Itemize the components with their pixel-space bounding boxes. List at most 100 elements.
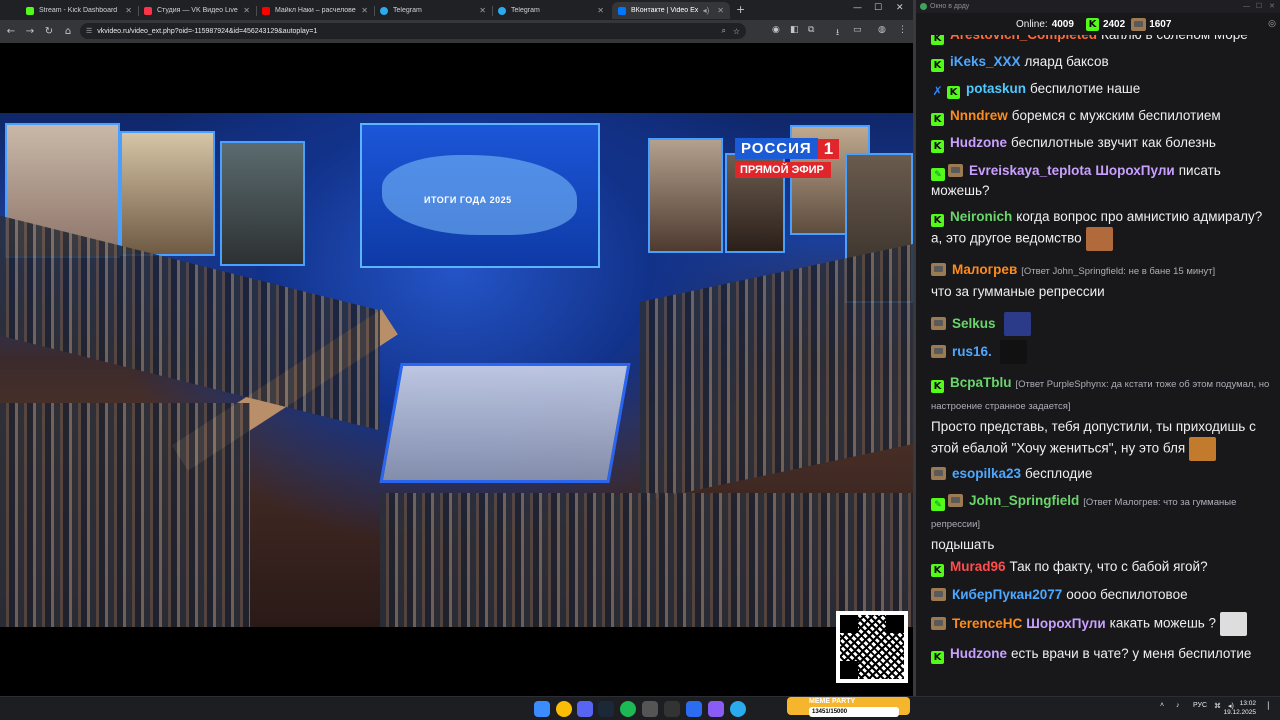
new-tab-button[interactable]: + — [736, 3, 745, 16]
chat-mention[interactable]: ШорохПули — [1095, 163, 1174, 178]
channel-number: 1 — [817, 138, 840, 159]
close-window-button[interactable]: ✕ — [1269, 0, 1275, 13]
steam-icon[interactable] — [598, 701, 614, 717]
address-bar[interactable]: ☰ vkvideo.ru/video_ext.php?oid=-11598792… — [80, 23, 746, 39]
chat-message-text: беспилотие наше — [1030, 81, 1141, 96]
chat-mention[interactable]: ШорохПули — [1026, 616, 1105, 631]
app-icon[interactable] — [708, 701, 724, 717]
chat-username[interactable]: Hudzone — [950, 646, 1007, 661]
sidebar-icon[interactable]: ▭ — [853, 25, 862, 35]
back-icon[interactable]: ← — [3, 26, 19, 37]
extension-icon[interactable]: ◧ — [790, 25, 799, 35]
minimize-button[interactable]: — — [1243, 0, 1250, 13]
vk-badge-icon — [931, 316, 946, 330]
telegram-icon — [498, 6, 506, 15]
telegram-icon[interactable] — [730, 701, 746, 717]
chat-window: Окно в дрду — ☐ ✕ Online: 4009 K 2402 16… — [913, 0, 1280, 696]
chat-username[interactable]: Murad96 — [950, 559, 1006, 574]
tab-telegram-2[interactable]: Telegram ✕ — [492, 2, 610, 19]
chat-username[interactable]: TerenceHC — [952, 616, 1022, 631]
settings-icon[interactable]: ◎ — [1268, 18, 1276, 29]
video-frame[interactable]: ИТОГИ ГОДА 2025 РОССИЯ 1 ПРЯМОЙ ЭФИР — [0, 113, 913, 627]
profile-avatar-icon[interactable]: ◍ — [878, 25, 886, 35]
tab-title: Telegram — [393, 7, 422, 14]
network-icon[interactable]: ⌘ — [1214, 702, 1221, 710]
tab-vk-video-ext[interactable]: ВКонтакте | Video Ext ◂) ✕ — [612, 2, 730, 19]
app-icon[interactable] — [642, 701, 658, 717]
chat-username[interactable]: Neironich — [950, 209, 1012, 224]
chat-username[interactable]: Малогрев — [952, 262, 1017, 277]
chat-username[interactable]: BcpaTblu — [950, 375, 1012, 390]
tab-vk-studio[interactable]: Студия — VK Видео Live ✕ — [138, 2, 257, 19]
chat-message-text: ляард баксов — [1024, 54, 1109, 69]
chat-emote — [999, 340, 1027, 364]
home-icon[interactable]: ⌂ — [60, 26, 76, 37]
chat-username[interactable]: potaskun — [966, 81, 1026, 96]
kick-badge-icon: K — [931, 113, 944, 126]
site-info-icon[interactable]: ☰ — [86, 27, 92, 35]
close-tab-icon[interactable]: ✕ — [243, 6, 250, 15]
extension-icon[interactable]: ◉ — [772, 25, 780, 35]
chat-username[interactable]: esopilka23 — [952, 466, 1021, 481]
close-window-button[interactable]: ✕ — [896, 3, 904, 13]
bookmark-star-icon[interactable]: ☆ — [733, 27, 740, 36]
caller-video-panel — [220, 141, 305, 266]
forward-icon[interactable]: → — [22, 26, 38, 37]
extensions-puzzle-icon[interactable]: ⧉ — [808, 25, 814, 35]
chat-username[interactable]: John_Springfield — [969, 493, 1079, 508]
chat-username[interactable]: Hudzone — [950, 135, 1007, 150]
video-player[interactable]: ИТОГИ ГОДА 2025 РОССИЯ 1 ПРЯМОЙ ЭФИР — [0, 43, 913, 696]
download-icon[interactable]: ⭳ — [836, 25, 839, 41]
reload-icon[interactable]: ↻ — [41, 26, 57, 37]
youtube-icon — [262, 6, 270, 15]
tab-youtube[interactable]: Майкл Наки – расчеловечива ✕ — [256, 2, 375, 19]
audience — [380, 493, 913, 627]
notifications-icon[interactable]: ▏ — [1268, 702, 1273, 710]
app-icon[interactable] — [686, 701, 702, 717]
tab-telegram-1[interactable]: Telegram ✕ — [374, 2, 493, 19]
mic-icon[interactable]: ♪ — [1176, 702, 1180, 709]
chrome-icon[interactable] — [556, 701, 572, 717]
chat-username[interactable]: Nnndrew — [950, 108, 1008, 123]
meme-party-widget[interactable]: MEME PARTY 13451/15000 — [787, 697, 910, 717]
tab-kick-dashboard[interactable]: Stream - Kick Dashboard ✕ — [20, 2, 139, 19]
obs-icon[interactable] — [664, 701, 680, 717]
spotify-icon[interactable] — [620, 701, 636, 717]
clock[interactable]: 13:02 19.12.2025 — [1223, 699, 1256, 717]
chat-username[interactable]: КиберПукан2077 — [952, 587, 1062, 602]
maximize-button[interactable]: ☐ — [1256, 0, 1262, 13]
discord-icon[interactable] — [577, 701, 593, 717]
chat-username[interactable]: Arestovich_Completed — [950, 35, 1097, 42]
mute-tab-icon[interactable]: ◂) — [703, 6, 710, 15]
vk-badge-icon — [931, 263, 946, 276]
close-tab-icon[interactable]: ✕ — [717, 6, 724, 15]
online-count: 4009 — [1051, 18, 1074, 30]
zoom-icon[interactable]: ⌕ — [722, 26, 726, 36]
meme-party-title: MEME PARTY — [809, 698, 856, 705]
taskbar: MEME PARTY 13451/15000 ˄ ♪ РУС ⌘ ◂) 13:0… — [0, 696, 1280, 720]
chat-message-list: K Arestovich_Completed Каплю в соленом Мор… — [916, 35, 1280, 696]
channel-name: РОССИЯ — [735, 138, 818, 159]
chat-message-text: боремся с мужским беспилотием — [1011, 108, 1221, 123]
close-tab-icon[interactable]: ✕ — [479, 6, 486, 15]
vk-icon — [618, 6, 626, 15]
chat-message-text: что за гумманые репрессии — [931, 284, 1105, 299]
start-icon[interactable] — [534, 701, 550, 717]
minimize-button[interactable]: — — [853, 3, 862, 13]
kick-badge-icon: K — [931, 59, 944, 72]
language-indicator[interactable]: РУС — [1193, 702, 1207, 709]
kick-icon: K — [1085, 17, 1099, 31]
meme-party-progress: 13451/15000 — [809, 707, 899, 717]
close-tab-icon[interactable]: ✕ — [361, 6, 368, 15]
close-tab-icon[interactable]: ✕ — [125, 6, 132, 15]
chat-username[interactable]: iKeks_XXX — [950, 54, 1021, 69]
menu-kebab-icon[interactable]: ⋮ — [898, 25, 907, 35]
maximize-button[interactable]: ☐ — [874, 3, 882, 13]
chat-username[interactable]: Evreiskaya_teplota — [969, 163, 1091, 178]
tray-chevron-icon[interactable]: ˄ — [1160, 702, 1164, 709]
chat-username[interactable]: Selkus — [952, 316, 996, 331]
close-tab-icon[interactable]: ✕ — [597, 6, 604, 15]
chat-message: ✗ Kpotaskun беспилотие наше — [931, 79, 1276, 99]
chat-message: K Murad96 Так по факту, что с бабой ягой? — [931, 557, 1276, 577]
chat-username[interactable]: rus16. — [952, 344, 992, 359]
